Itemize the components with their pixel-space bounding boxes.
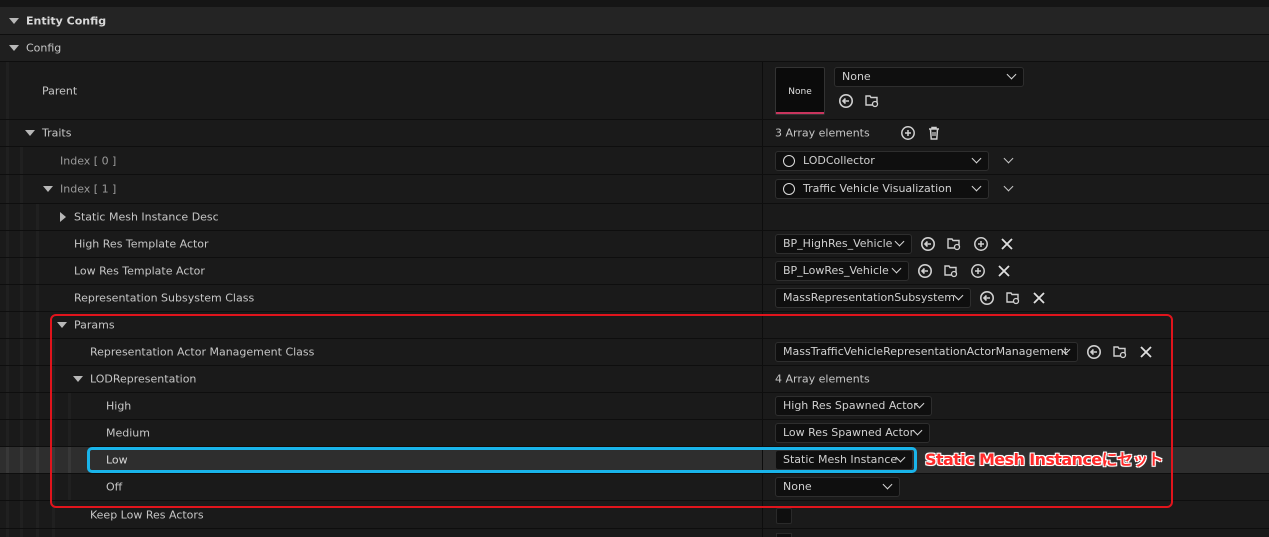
add-icon[interactable] (970, 263, 986, 279)
traits-label: Traits (42, 126, 72, 140)
annotation-red-box (50, 314, 1173, 508)
high-res-template-row: High Res Template Actor BP_HighRes_Vehic… (0, 231, 1269, 258)
config-category[interactable]: Config (0, 35, 1269, 62)
browse-icon[interactable] (1005, 290, 1021, 306)
representation-subsystem-combo[interactable]: MassRepresentationSubsystem (775, 288, 971, 308)
traits-count: 3 Array elements (775, 126, 870, 140)
chevron-down-icon (971, 181, 982, 192)
parent-label: Parent (42, 84, 78, 97)
high-res-template-label: High Res Template Actor (74, 237, 209, 251)
parent-row: Parent None None (0, 62, 1269, 120)
collapse-arrow-icon[interactable] (9, 45, 19, 51)
entity-config-header[interactable]: Entity Config (0, 7, 1269, 35)
use-selected-icon[interactable] (979, 290, 995, 306)
index-1-row[interactable]: Index [ 1 ] Traffic Vehicle Visualizatio… (0, 175, 1269, 204)
chevron-down-icon (891, 263, 902, 274)
keep-low-res-label: Keep Low Res Actors (90, 508, 204, 521)
trash-icon[interactable] (926, 125, 942, 141)
add-element-icon[interactable] (900, 125, 916, 141)
static-mesh-desc-row[interactable]: Static Mesh Instance Desc (0, 204, 1269, 231)
chevron-down-icon (971, 153, 982, 163)
annotation-blue-box (87, 447, 917, 473)
keep-low-res-checkbox[interactable] (776, 508, 792, 524)
parent-combo[interactable]: None (834, 67, 1024, 87)
collapse-arrow-icon[interactable] (43, 186, 53, 192)
category-label: Config (26, 41, 62, 55)
index-1-combo[interactable]: Traffic Vehicle Visualization (775, 179, 989, 199)
chevron-down-icon (894, 236, 905, 247)
use-selected-icon[interactable] (838, 93, 854, 109)
index-0-value: LODCollector (803, 153, 875, 167)
use-selected-icon[interactable] (917, 263, 933, 279)
high-res-template-combo[interactable]: BP_HighRes_Vehicle (775, 234, 912, 254)
chevron-down-icon (953, 290, 964, 301)
index-0-combo[interactable]: LODCollector (775, 150, 989, 171)
expand-arrow-icon[interactable] (60, 212, 66, 222)
thumbnail-label: None (788, 87, 812, 97)
browse-icon[interactable] (943, 263, 959, 279)
index-1-label: Index [ 1 ] (60, 182, 117, 196)
section-title: Entity Config (26, 14, 107, 27)
high-res-template-value: BP_HighRes_Vehicle (783, 237, 893, 250)
low-res-template-value: BP_LowRes_Vehicle (783, 264, 889, 277)
collapse-arrow-icon[interactable] (25, 130, 35, 136)
low-res-template-label: Low Res Template Actor (74, 264, 205, 278)
representation-subsystem-label: Representation Subsystem Class (74, 291, 255, 305)
parent-combo-value: None (842, 70, 871, 83)
trait-icon (783, 183, 795, 195)
parent-thumbnail[interactable]: None (775, 67, 825, 115)
next-checkbox-partial[interactable] (776, 533, 792, 537)
clear-icon[interactable] (996, 263, 1012, 279)
low-res-template-row: Low Res Template Actor BP_LowRes_Vehicle (0, 258, 1269, 285)
clear-icon[interactable] (999, 236, 1015, 252)
representation-subsystem-value: MassRepresentationSubsystem (783, 291, 955, 304)
clear-icon[interactable] (1031, 290, 1047, 306)
annotation-text: Static Mesh Instanceにセット (925, 450, 1164, 469)
traits-row[interactable]: Traits 3 Array elements (0, 120, 1269, 147)
add-icon[interactable] (973, 236, 989, 252)
static-mesh-desc-label: Static Mesh Instance Desc (74, 210, 219, 224)
chevron-down-icon (1006, 69, 1017, 80)
representation-subsystem-row: Representation Subsystem Class MassRepre… (0, 285, 1269, 312)
trait-icon (783, 154, 795, 167)
index-0-row: Index [ 0 ] LODCollector (0, 147, 1269, 175)
browse-icon[interactable] (864, 93, 880, 109)
index-1-value: Traffic Vehicle Visualization (803, 182, 952, 195)
next-row-partial (0, 529, 1269, 537)
collapse-arrow-icon[interactable] (9, 17, 19, 24)
low-res-template-combo[interactable]: BP_LowRes_Vehicle (775, 261, 909, 281)
use-selected-icon[interactable] (920, 236, 936, 252)
index-0-label: Index [ 0 ] (60, 154, 117, 167)
browse-icon[interactable] (946, 236, 962, 252)
